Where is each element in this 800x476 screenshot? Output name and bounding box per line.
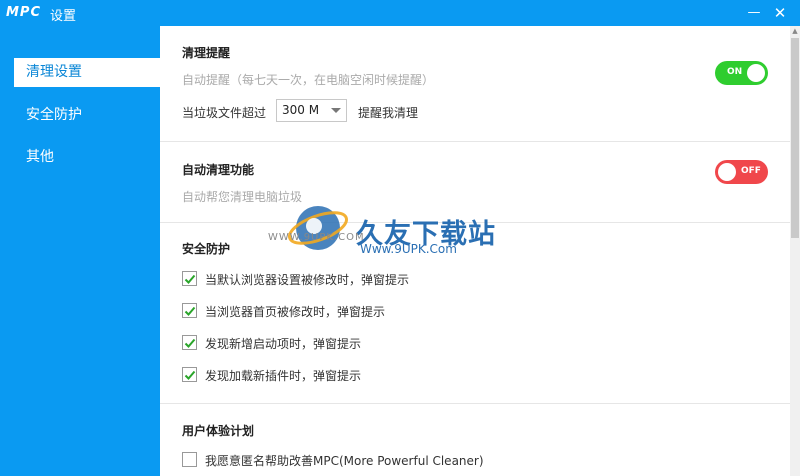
checkbox-checked[interactable]: [182, 303, 197, 318]
checkbox-checked[interactable]: [182, 367, 197, 382]
section-title-auto-clean: 自动清理功能: [182, 163, 255, 177]
sidebar-item-label: 清理设置: [26, 64, 82, 80]
sidebar-item-label: 安全防护: [26, 107, 82, 123]
divider: [160, 403, 790, 404]
checkmark-icon: [184, 274, 196, 284]
reminder-hint: 自动提醒（每七天一次，在电脑空闲时候提醒）: [182, 73, 435, 87]
sidebar: 清理设置 安全防护 其他: [0, 26, 160, 476]
reminder-toggle[interactable]: ON: [715, 61, 768, 85]
toggle-label: ON: [727, 67, 743, 77]
section-title-security: 安全防护: [182, 242, 231, 256]
sidebar-item-security[interactable]: 安全防护: [14, 101, 160, 130]
threshold-value: 300 M: [282, 103, 320, 117]
auto-clean-hint: 自动帮您清理电脑垃圾: [182, 190, 303, 204]
divider: [160, 222, 790, 223]
settings-panel: 清理提醒 自动提醒（每七天一次，在电脑空闲时候提醒） 当垃圾文件超过 300 M…: [160, 26, 790, 476]
check-label: 发现加载新插件时，弹窗提示: [205, 369, 362, 383]
auto-clean-toggle[interactable]: OFF: [715, 160, 768, 184]
checkmark-icon: [184, 370, 196, 380]
check-label: 当浏览器首页被修改时，弹窗提示: [205, 305, 386, 319]
close-button[interactable]: ✕: [770, 3, 790, 23]
threshold-prefix: 当垃圾文件超过: [182, 106, 267, 120]
chevron-down-icon: [331, 108, 341, 113]
section-title-reminder: 清理提醒: [182, 46, 231, 60]
scroll-thumb[interactable]: [791, 38, 799, 238]
toggle-label: OFF: [741, 166, 761, 176]
check-label: 我愿意匿名帮助改善MPC(More Powerful Cleaner): [205, 454, 484, 468]
window-title: 设置: [50, 9, 77, 24]
vertical-scrollbar[interactable]: ▲: [790, 26, 800, 476]
threshold-select[interactable]: 300 M: [276, 99, 347, 122]
scroll-up-icon[interactable]: ▲: [790, 26, 800, 36]
checkbox-checked[interactable]: [182, 271, 197, 286]
checkmark-icon: [184, 338, 196, 348]
threshold-suffix: 提醒我清理: [358, 106, 419, 120]
checkbox-checked[interactable]: [182, 335, 197, 350]
check-label: 当默认浏览器设置被修改时，弹窗提示: [205, 273, 410, 287]
divider: [160, 141, 790, 142]
toggle-knob: [747, 64, 765, 82]
sidebar-item-clean-settings[interactable]: 清理设置: [14, 58, 160, 87]
check-label: 发现新增启动项时，弹窗提示: [205, 337, 362, 351]
sidebar-item-other[interactable]: 其他: [14, 143, 160, 172]
sidebar-item-label: 其他: [26, 149, 54, 165]
minimize-button[interactable]: —: [744, 3, 764, 23]
checkbox-unchecked[interactable]: [182, 452, 197, 467]
section-title-ux-plan: 用户体验计划: [182, 424, 255, 438]
checkmark-icon: [184, 306, 196, 316]
app-logo: MPC: [6, 5, 42, 20]
title-bar: MPC 设置 — ✕: [0, 0, 800, 26]
toggle-knob: [718, 163, 736, 181]
